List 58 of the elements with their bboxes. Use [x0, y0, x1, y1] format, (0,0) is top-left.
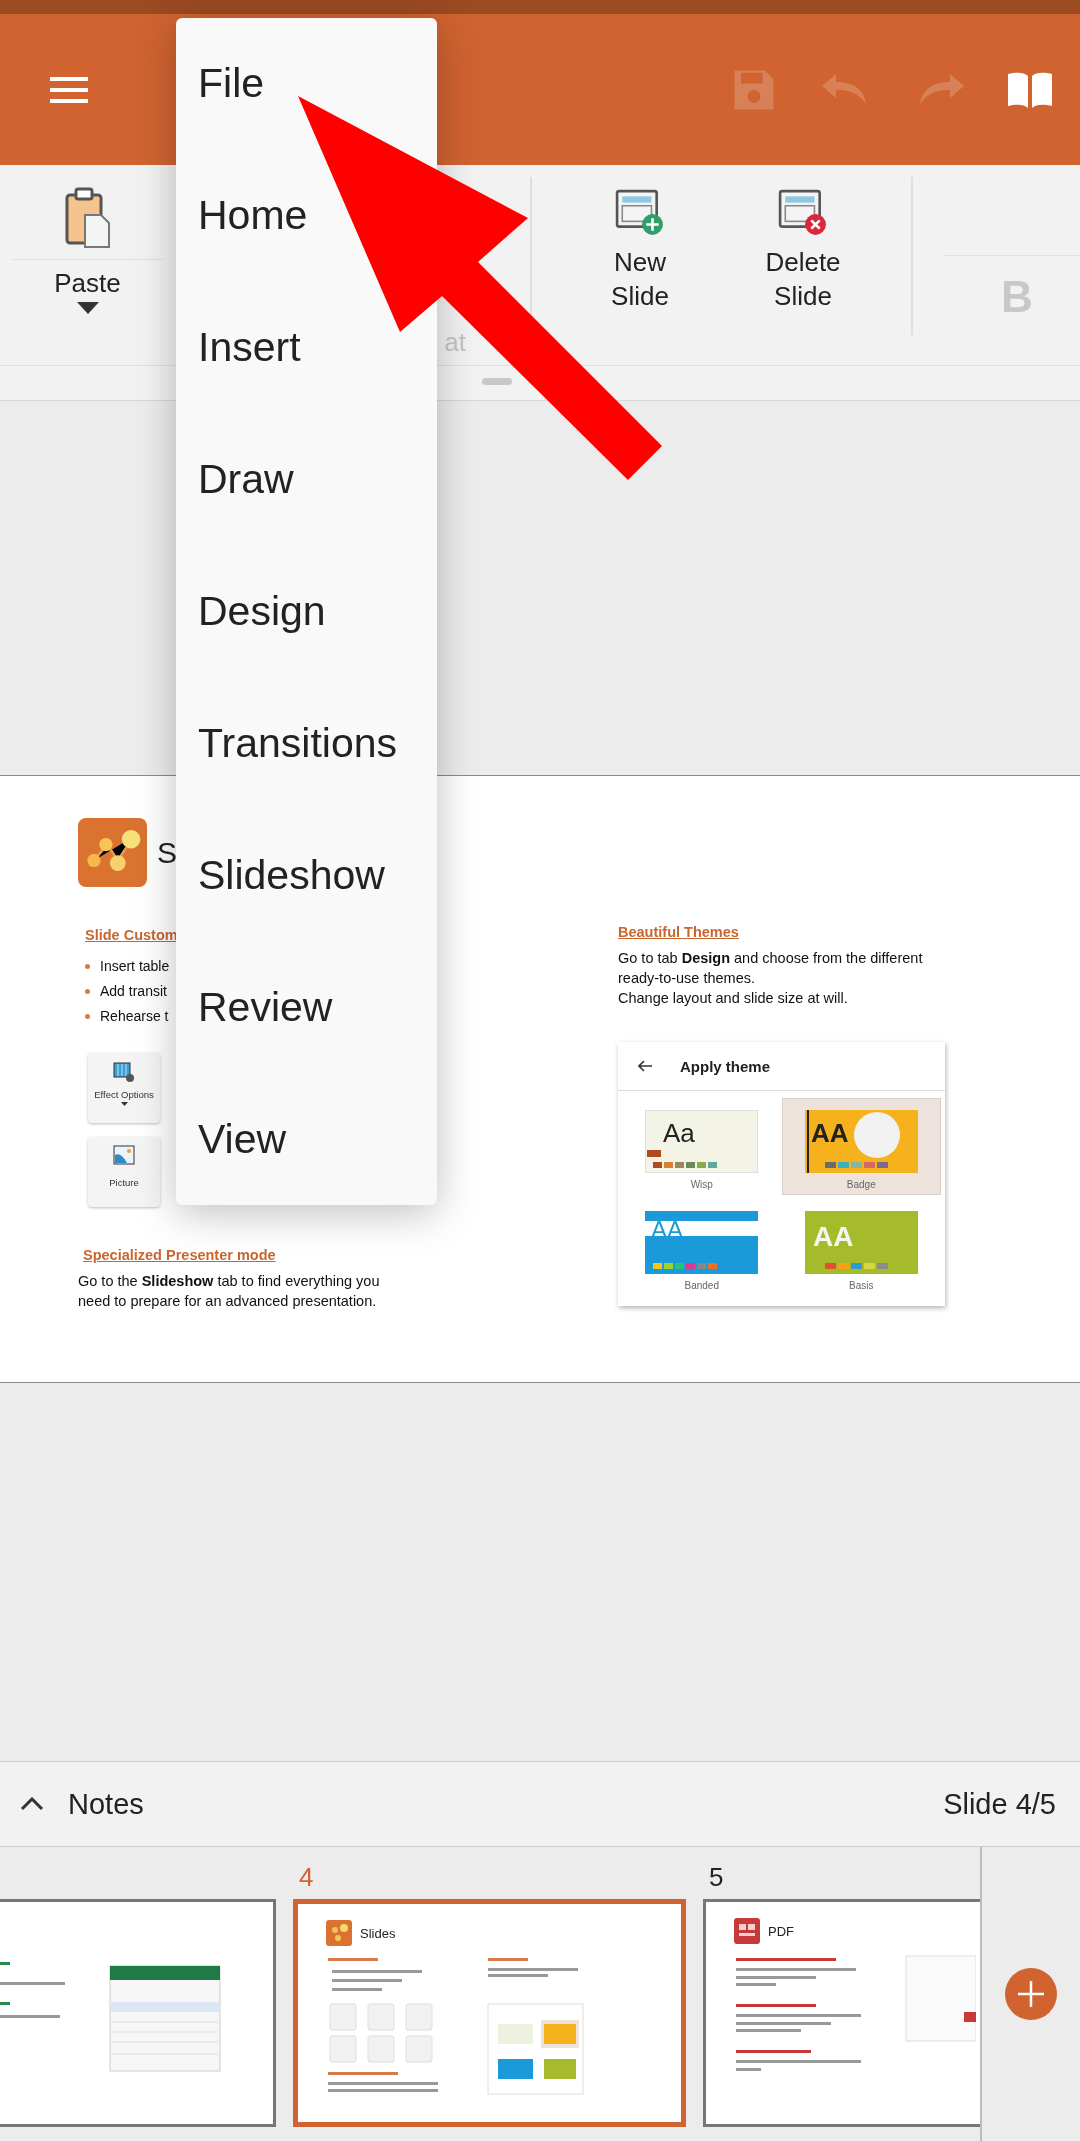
new-slide-button[interactable]: New Slide: [565, 165, 715, 365]
add-slide-button[interactable]: [1005, 1968, 1057, 2020]
menu-item[interactable]: View: [198, 1073, 287, 1205]
caret-icon: [120, 1102, 128, 1106]
paste-label[interactable]: Paste: [54, 266, 121, 300]
bullet-icon: [85, 988, 90, 994]
menu-item[interactable]: Transitions: [198, 677, 397, 810]
theme-preview: AA: [804, 1211, 918, 1274]
bullet-text: Insert table: [100, 957, 170, 975]
menu-item[interactable]: Insert: [198, 281, 301, 414]
section-text: Go to tab Design and choose from the different ready-to-use themes.: [618, 949, 924, 988]
app-logo-icon: [734, 1918, 760, 1944]
chevron-icon: [20, 1797, 44, 1811]
effect-icon: [113, 1061, 135, 1083]
section-text: Change layout and slide size at will.: [618, 989, 849, 1008]
slide-title: S: [157, 835, 177, 870]
theme-name: Badge: [846, 1179, 876, 1190]
section-heading: Slide Custom: [85, 927, 178, 943]
back-arrow-icon: [638, 1060, 652, 1072]
delete-slide-icon: [778, 187, 828, 237]
menu-item[interactable]: Slideshow: [198, 809, 385, 942]
menu-icon[interactable]: [50, 75, 88, 104]
slide-thumbnail[interactable]: PDF: [703, 1899, 980, 2127]
picture-icon: [113, 1145, 135, 1165]
slide-number: 4: [298, 1861, 315, 1894]
theme-name: Basis: [849, 1280, 874, 1291]
slide-number: 5: [708, 1861, 725, 1894]
dropdown-caret-icon: [76, 302, 99, 314]
app-logo-icon: [326, 1920, 352, 1946]
plus-icon: [1016, 1979, 1046, 2009]
thumbnail-title: PDF: [768, 1923, 794, 1939]
delete-slide-button[interactable]: Delete Slide: [728, 165, 878, 365]
menu-item[interactable]: Draw: [198, 413, 294, 546]
menu-item[interactable]: Design: [198, 545, 326, 678]
app-logo-icon: [78, 818, 147, 887]
drag-handle[interactable]: [482, 377, 512, 385]
menu-item[interactable]: File: [198, 18, 265, 150]
slide-thumbnail[interactable]: [0, 1899, 276, 2127]
new-slide-icon: [615, 187, 665, 237]
thumbnail-title: Slides: [360, 1925, 396, 1941]
menu-item[interactable]: Home: [198, 149, 308, 282]
slide-counter: Slide 4/5: [943, 1787, 1056, 1821]
bullet-icon: [85, 1013, 90, 1019]
theme-preview: Aa: [645, 1110, 759, 1173]
clipboard-icon: [64, 187, 111, 249]
bullet-text: Add transit: [100, 982, 167, 1000]
theme-preview: AA: [804, 1110, 918, 1173]
theme-name: Wisp: [690, 1179, 713, 1190]
panel-title: Apply theme: [680, 1057, 770, 1075]
section-heading: Specialized Presenter mode: [83, 1247, 276, 1263]
notes-toggle[interactable]: Notes: [20, 1787, 144, 1821]
slide-thumbnail[interactable]: Slides: [293, 1899, 686, 2127]
theme-name: Banded: [684, 1280, 719, 1291]
bullet-text: Rehearse t: [100, 1007, 169, 1025]
section-heading: Beautiful Themes: [618, 924, 739, 940]
menu-item[interactable]: Review: [198, 941, 333, 1074]
bullet-icon: [85, 963, 90, 969]
section-text: Go to the Slideshow tab to find everything you need to prepare for an advanced presentation.: [78, 1272, 381, 1311]
